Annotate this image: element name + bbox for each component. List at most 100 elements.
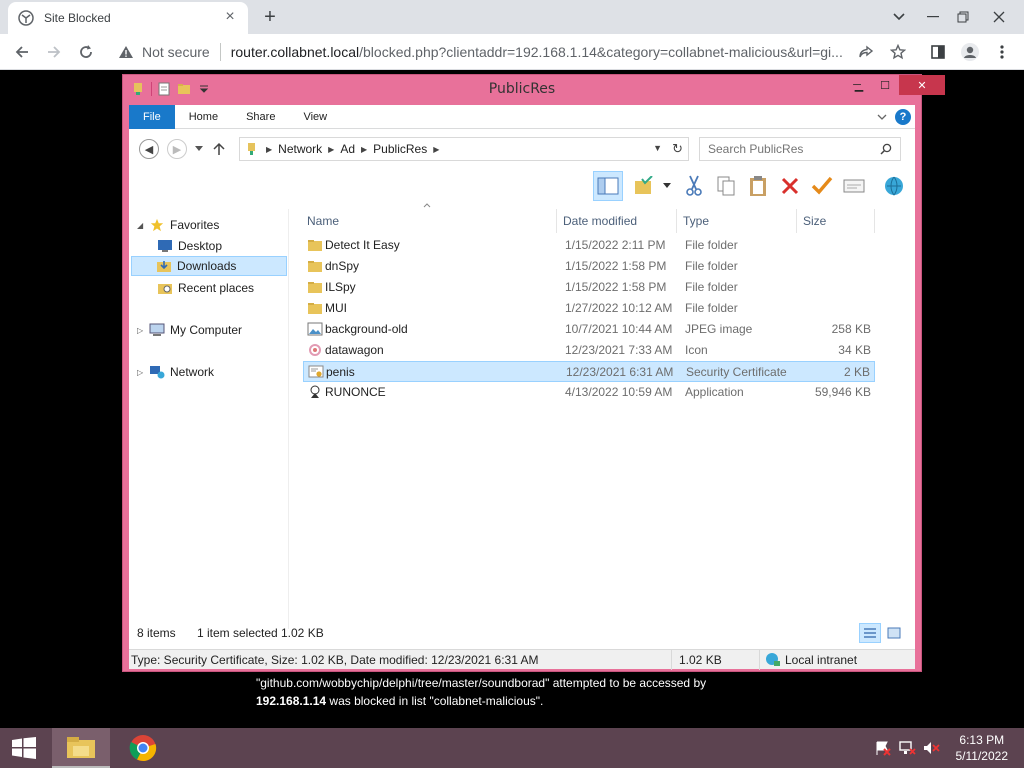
not-secure-label[interactable]: Not secure [142, 44, 210, 60]
side-panel-icon[interactable] [926, 40, 950, 64]
properties-button[interactable] [839, 171, 869, 201]
file-row[interactable]: RUNONCE 4/13/2022 10:59 AM Application 5… [303, 382, 875, 403]
nav-computer[interactable]: ▷ My Computer [137, 320, 242, 340]
explorer-titlebar[interactable]: PublicRes ▁ ─ ☐ ✕ [123, 75, 945, 103]
nav-network[interactable]: ▷ Network [137, 362, 214, 382]
nav-downloads[interactable]: Downloads [131, 256, 287, 276]
large-icons-view-button[interactable] [883, 623, 905, 643]
minimize-button[interactable] [916, 0, 950, 34]
details-view-button[interactable] [859, 623, 881, 643]
options-dropdown-icon[interactable] [663, 183, 671, 189]
nav-favorites-label: Favorites [170, 218, 220, 232]
file-row[interactable]: background-old 10/7/2021 10:44 AM JPEG i… [303, 319, 875, 340]
tab-search-icon[interactable] [882, 0, 916, 34]
breadcrumb-arrow-icon[interactable]: ▶ [266, 145, 272, 154]
browser-toolbar: Not secure router.collabnet.local/blocke… [0, 34, 1024, 70]
breadcrumb-arrow-icon[interactable]: ▶ [433, 145, 439, 154]
nav-desktop[interactable]: Desktop [157, 236, 222, 256]
tab-file[interactable]: File [129, 104, 175, 129]
cut-button[interactable] [679, 171, 709, 201]
preview-pane-button[interactable] [593, 171, 623, 201]
file-name: penis [326, 365, 355, 379]
volume-muted-icon[interactable] [922, 740, 940, 756]
column-type-header[interactable]: Type [677, 209, 797, 233]
start-button[interactable] [0, 728, 48, 768]
explorer-forward-button[interactable]: ▶ [167, 139, 187, 159]
file-row[interactable]: ILSpy 1/15/2022 1:58 PM File folder [303, 277, 875, 298]
file-row[interactable]: dnSpy 1/15/2022 1:58 PM File folder [303, 256, 875, 277]
file-size: 34 KB [838, 343, 871, 357]
nav-recent[interactable]: Recent places [157, 278, 254, 298]
new-tab-button[interactable]: + [258, 6, 282, 30]
browser-tab[interactable]: Site Blocked × [8, 2, 248, 34]
explorer-close-button[interactable]: ✕ [899, 75, 945, 95]
file-date: 1/27/2022 10:12 AM [565, 301, 673, 315]
action-center-flag-icon[interactable] [874, 740, 892, 756]
back-button[interactable] [10, 40, 34, 64]
folder-options-button[interactable] [629, 171, 659, 201]
bookmark-star-icon[interactable] [886, 40, 910, 64]
item-count: 8 items [137, 626, 176, 640]
file-row[interactable]: Detect It Easy 1/15/2022 2:11 PM File fo… [303, 235, 875, 256]
search-icon[interactable] [880, 143, 892, 155]
rename-button[interactable] [807, 171, 837, 201]
file-list: Name Date modified Type Size Detect It E… [301, 201, 911, 621]
restore-button[interactable] [946, 0, 980, 34]
search-input[interactable] [708, 142, 880, 156]
expand-ribbon-icon[interactable] [877, 113, 887, 121]
file-name: Detect It Easy [325, 238, 400, 252]
delete-button[interactable] [775, 171, 805, 201]
explorer-back-button[interactable]: ◀ [139, 139, 159, 159]
expand-triangle-icon[interactable]: ▷ [137, 368, 149, 377]
breadcrumb-publicres[interactable]: PublicRes [373, 142, 427, 156]
file-row[interactable]: datawagon 12/23/2021 7:33 AM Icon 34 KB [303, 340, 875, 361]
profile-avatar-icon[interactable] [958, 40, 982, 64]
collapse-triangle-icon[interactable]: ◢ [137, 221, 149, 230]
menu-kebab-icon[interactable] [990, 40, 1014, 64]
file-size: 258 KB [831, 322, 871, 336]
close-browser-button[interactable] [982, 0, 1016, 34]
file-date: 10/7/2021 10:44 AM [565, 322, 673, 336]
url-text[interactable]: router.collabnet.local/blocked.php?clien… [231, 44, 912, 60]
info-divider [671, 650, 672, 670]
nav-favorites[interactable]: ◢ Favorites [137, 215, 219, 235]
help-icon[interactable]: ? [895, 109, 911, 125]
search-box[interactable] [699, 137, 901, 161]
address-dropdown-icon[interactable]: ▼ [653, 143, 662, 153]
nav-network-label: Network [170, 365, 215, 379]
file-row[interactable]: MUI 1/27/2022 10:12 AM File folder [303, 298, 875, 319]
column-size-header[interactable]: Size [797, 209, 875, 233]
forward-button[interactable] [42, 40, 66, 64]
refresh-icon[interactable]: ↻ [672, 141, 683, 157]
recent-locations-icon[interactable] [195, 146, 203, 152]
breadcrumb-network[interactable]: Network [278, 142, 322, 156]
tab-share[interactable]: Share [232, 105, 289, 129]
share-icon[interactable] [854, 40, 878, 64]
explorer-address-bar[interactable]: ▶ Network ▶ Ad ▶ PublicRes ▶ ▼ ↻ [239, 137, 689, 161]
explorer-maximize-button[interactable]: ☐ [871, 75, 899, 95]
column-name-header[interactable]: Name [301, 209, 557, 233]
tab-close-icon[interactable]: × [222, 9, 238, 26]
breadcrumb-arrow-icon[interactable]: ▶ [328, 145, 334, 154]
paste-button[interactable] [743, 171, 773, 201]
file-row[interactable]: penis 12/23/2021 6:31 AM Security Certif… [303, 361, 875, 382]
explorer-min-button[interactable]: ─ [843, 75, 871, 95]
taskbar-clock[interactable]: 6:13 PM 5/11/2022 [956, 732, 1009, 764]
taskbar-file-explorer[interactable] [52, 728, 110, 768]
breadcrumb-arrow-icon[interactable]: ▶ [361, 145, 367, 154]
tab-home[interactable]: Home [175, 105, 232, 129]
tab-view[interactable]: View [289, 105, 341, 129]
network-tray-icon[interactable] [898, 740, 916, 756]
file-type: File folder [685, 301, 738, 315]
address-bar[interactable]: Not secure router.collabnet.local/blocke… [106, 38, 924, 66]
copy-button[interactable] [711, 171, 741, 201]
network-globe-button[interactable] [879, 171, 909, 201]
nav-desktop-label: Desktop [178, 239, 223, 253]
column-date-header[interactable]: Date modified [557, 209, 677, 233]
breadcrumb-ad[interactable]: Ad [340, 142, 355, 156]
expand-triangle-icon[interactable]: ▷ [137, 326, 149, 335]
up-arrow-icon[interactable] [213, 142, 225, 156]
taskbar-chrome[interactable] [114, 728, 172, 768]
reload-button[interactable] [74, 40, 98, 64]
warning-icon[interactable] [118, 45, 134, 59]
